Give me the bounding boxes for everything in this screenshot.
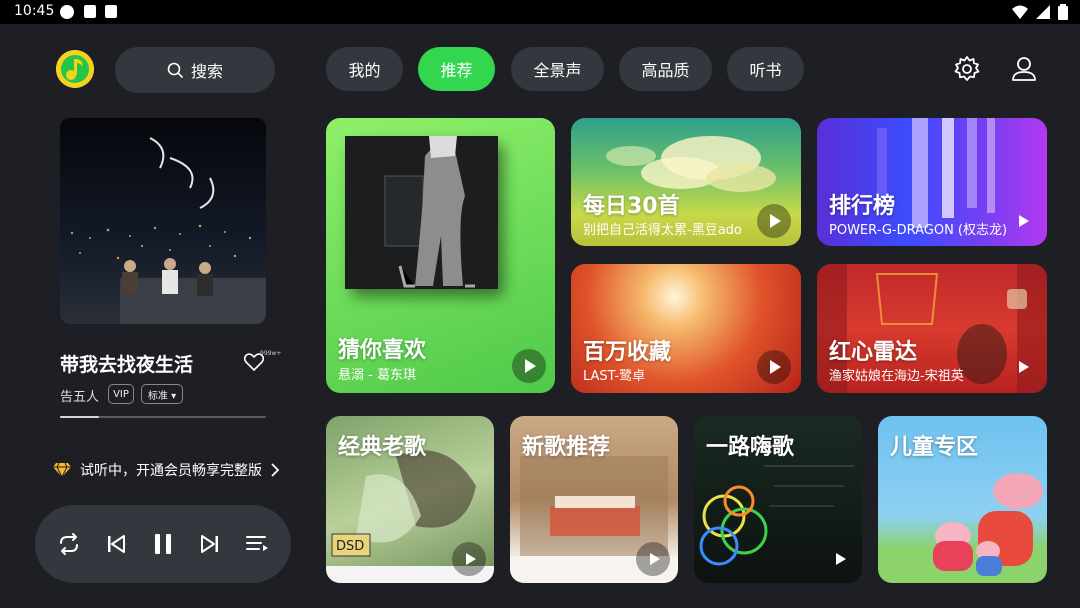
next-icon[interactable] — [197, 531, 223, 557]
tab-mine[interactable]: 我的 — [326, 47, 403, 91]
vip-promo[interactable]: 试听中，开通会员畅享完整版 — [52, 460, 280, 480]
status-circle-icon — [60, 5, 74, 19]
status-notification-icon — [105, 5, 117, 18]
album-art-image — [60, 118, 266, 324]
card-hype-title: 一路嗨歌 — [706, 435, 795, 460]
card-daily-30[interactable]: 每日30首 别把自己活得太累-黑豆ado — [571, 118, 801, 246]
signal-icon — [1036, 5, 1050, 19]
artist-name[interactable]: 告五人 — [60, 386, 99, 405]
tab-panoramic-sound[interactable]: 全景声 — [511, 47, 604, 91]
card-guess-subtitle: 悬溺 - 葛东琪 — [338, 368, 416, 383]
card-guess-you-like[interactable]: 猜你喜欢 悬溺 - 葛东琪 — [326, 118, 555, 393]
vip-promo-text: 试听中，开通会员畅享完整版 — [80, 463, 262, 479]
card-kids-zone[interactable]: 儿童专区 — [878, 416, 1047, 583]
play-icon[interactable] — [452, 542, 486, 576]
card-million-subtitle: LAST-鹭卓 — [583, 369, 646, 384]
card-chart[interactable]: 排行榜 POWER-G-DRAGON (权志龙) — [817, 118, 1047, 246]
card-classic-title: 经典老歌 — [338, 435, 427, 460]
play-icon[interactable] — [636, 542, 670, 576]
card-redheart-radar[interactable]: 红心雷达 渔家姑娘在海边-宋祖英 — [817, 264, 1047, 393]
search-button[interactable]: 搜索 — [115, 47, 275, 93]
album-cover[interactable] — [60, 118, 266, 324]
diamond-icon — [53, 462, 71, 478]
wifi-icon — [1012, 5, 1028, 19]
quality-selector[interactable]: 标准 ▾ — [141, 384, 183, 404]
card-chart-title: 排行榜 — [829, 194, 896, 219]
previous-icon[interactable] — [103, 531, 129, 557]
card-guess-artwork — [345, 136, 498, 289]
card-chart-subtitle: POWER-G-DRAGON (权志龙) — [829, 223, 1008, 238]
repeat-icon[interactable] — [56, 531, 82, 557]
status-time: 10:45 — [14, 3, 55, 19]
user-icon[interactable] — [1010, 55, 1038, 83]
battery-icon — [1058, 4, 1068, 20]
card-kids-title: 儿童专区 — [890, 435, 979, 460]
album-art-image — [345, 136, 498, 289]
play-icon[interactable] — [1005, 350, 1039, 384]
tab-audiobook[interactable]: 听书 — [727, 47, 804, 91]
search-label: 搜索 — [190, 62, 223, 81]
card-guess-title: 猜你喜欢 — [338, 338, 427, 363]
search-icon — [167, 62, 183, 78]
play-icon[interactable] — [757, 204, 791, 238]
progress-fill — [60, 416, 100, 418]
play-icon[interactable] — [1005, 204, 1039, 238]
card-classic-oldies[interactable]: DSD 经典老歌 — [326, 416, 494, 583]
play-icon[interactable] — [512, 349, 546, 383]
song-title: 带我去找夜生活 — [60, 354, 194, 376]
tab-recommend[interactable]: 推荐 — [418, 47, 495, 91]
playlist-icon[interactable] — [244, 531, 270, 557]
play-icon[interactable] — [822, 542, 856, 576]
tab-high-quality[interactable]: 高品质 — [619, 47, 712, 91]
card-daily-title: 每日30首 — [583, 194, 680, 219]
play-icon[interactable] — [757, 350, 791, 384]
card-newsongs-title: 新歌推荐 — [522, 435, 611, 460]
progress-bar[interactable] — [60, 416, 266, 418]
card-daily-subtitle: 别把自己活得太累-黑豆ado — [583, 223, 742, 238]
status-image-icon — [84, 5, 96, 18]
status-bar: 10:45 — [0, 0, 1080, 24]
svg-text:DSD: DSD — [336, 539, 364, 554]
music-note-icon — [56, 50, 94, 88]
status-right-icons — [1012, 4, 1068, 20]
vip-badge: VIP — [108, 384, 134, 404]
settings-icon[interactable] — [953, 55, 981, 83]
card-hype-songs[interactable]: 一路嗨歌 — [694, 416, 862, 583]
card-million-title: 百万收藏 — [583, 340, 672, 365]
app-logo[interactable] — [56, 50, 94, 88]
pause-icon[interactable] — [150, 531, 176, 557]
card-redheart-subtitle: 渔家姑娘在海边-宋祖英 — [829, 369, 964, 384]
card-new-songs[interactable]: 新歌推荐 — [510, 416, 678, 583]
playback-controls — [35, 505, 291, 583]
card-redheart-title: 红心雷达 — [829, 340, 918, 365]
chevron-right-icon — [271, 463, 280, 477]
card-million-favorites[interactable]: 百万收藏 LAST-鹭卓 — [571, 264, 801, 393]
like-count: 999w+ — [260, 350, 282, 357]
